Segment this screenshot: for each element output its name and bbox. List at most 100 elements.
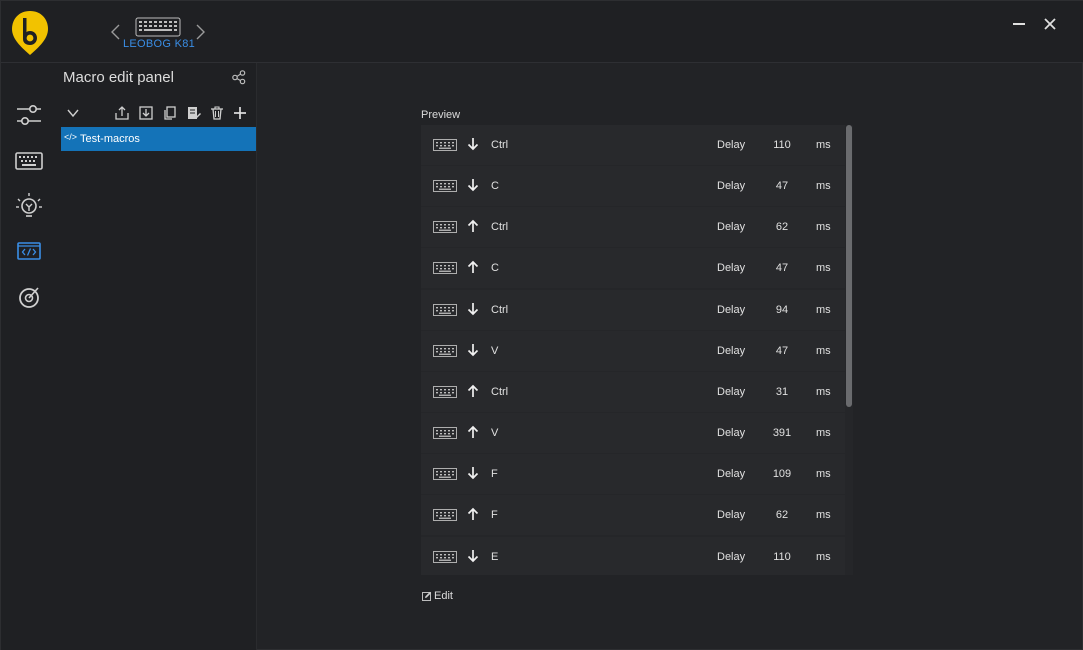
arrow-up-icon bbox=[467, 219, 479, 232]
delay-unit: ms bbox=[816, 509, 831, 521]
delay-value: 47 bbox=[775, 180, 789, 192]
delay-label: Delay bbox=[717, 304, 746, 316]
macro-step-row[interactable]: Ctrl Delay 94 ms bbox=[421, 290, 845, 330]
delay-value: 62 bbox=[775, 221, 789, 233]
delay-unit: ms bbox=[816, 551, 831, 563]
key-name: E bbox=[491, 551, 499, 563]
delay-label: Delay bbox=[717, 180, 746, 192]
macro-code-icon[interactable] bbox=[13, 235, 45, 267]
copy-icon[interactable] bbox=[162, 105, 178, 121]
leobog-logo bbox=[12, 11, 48, 55]
app-window: LEOBOG K81 Macro edit panel </> Test-mac… bbox=[0, 0, 1083, 650]
keyboard-key-icon bbox=[433, 304, 457, 316]
arrow-down-icon bbox=[467, 138, 479, 151]
left-nav-rail bbox=[1, 63, 57, 650]
macro-step-row[interactable]: F Delay 62 ms bbox=[421, 495, 845, 535]
keyboard-device-icon[interactable] bbox=[135, 17, 181, 37]
macro-step-row[interactable]: Ctrl Delay 110 ms bbox=[421, 125, 845, 165]
delay-unit: ms bbox=[816, 262, 831, 274]
macro-toolbar bbox=[57, 103, 257, 125]
key-name: Ctrl bbox=[491, 386, 509, 398]
delay-unit: ms bbox=[816, 427, 831, 439]
keyboard-key-icon bbox=[433, 427, 457, 439]
arrow-down-icon bbox=[467, 179, 479, 192]
target-icon[interactable] bbox=[13, 281, 45, 313]
delay-unit: ms bbox=[816, 180, 831, 192]
close-icon[interactable] bbox=[1039, 13, 1061, 35]
delay-value: 47 bbox=[775, 262, 789, 274]
lightbulb-icon[interactable] bbox=[13, 191, 45, 223]
arrow-up-icon bbox=[467, 384, 479, 397]
delay-value: 62 bbox=[775, 509, 789, 521]
key-name: Ctrl bbox=[491, 304, 509, 316]
delay-value: 110 bbox=[773, 139, 791, 151]
delay-label: Delay bbox=[717, 345, 746, 357]
macro-step-row[interactable]: C Delay 47 ms bbox=[421, 166, 845, 206]
key-name: C bbox=[491, 180, 499, 192]
delay-unit: ms bbox=[816, 221, 831, 233]
delay-label: Delay bbox=[717, 551, 746, 563]
keyboard-key-icon bbox=[433, 262, 457, 274]
device-selector: LEOBOG K81 bbox=[109, 15, 209, 51]
macro-step-row[interactable]: Ctrl Delay 31 ms bbox=[421, 372, 845, 412]
add-icon[interactable] bbox=[232, 105, 248, 121]
share-icon[interactable] bbox=[231, 69, 247, 85]
arrow-up-icon bbox=[467, 260, 479, 273]
macro-step-row[interactable]: V Delay 391 ms bbox=[421, 413, 845, 453]
keyboard-key-icon bbox=[433, 139, 457, 151]
minimize-icon[interactable] bbox=[1008, 13, 1030, 35]
arrow-up-icon bbox=[467, 507, 479, 520]
title-bar: LEOBOG K81 bbox=[1, 1, 1083, 63]
arrow-down-icon bbox=[467, 550, 479, 563]
key-name: Ctrl bbox=[491, 221, 509, 233]
macro-step-row[interactable]: F Delay 109 ms bbox=[421, 454, 845, 494]
scrollbar[interactable] bbox=[845, 125, 853, 575]
keyboard-key-icon bbox=[433, 345, 457, 357]
keyboard-icon[interactable] bbox=[13, 145, 45, 177]
delay-label: Delay bbox=[717, 509, 746, 521]
keyboard-key-icon bbox=[433, 386, 457, 398]
delay-unit: ms bbox=[816, 304, 831, 316]
edit-icon bbox=[422, 591, 432, 601]
delay-unit: ms bbox=[816, 139, 831, 151]
macro-step-row[interactable]: V Delay 47 ms bbox=[421, 331, 845, 371]
macro-list-item[interactable]: </> Test-macros bbox=[61, 127, 256, 151]
import-icon[interactable] bbox=[138, 105, 154, 121]
delay-label: Delay bbox=[717, 262, 746, 274]
key-name: V bbox=[491, 427, 499, 439]
key-name: Ctrl bbox=[491, 139, 509, 151]
macro-name: Test-macros bbox=[80, 133, 140, 145]
edit-label: Edit bbox=[434, 590, 453, 602]
preview-list: Ctrl Delay 110 ms C Delay 47 ms Ctrl Delay 62 ms C De… bbox=[421, 125, 853, 575]
delay-unit: ms bbox=[816, 386, 831, 398]
keyboard-key-icon bbox=[433, 551, 457, 563]
macro-step-row[interactable]: E Delay 110 ms bbox=[421, 537, 845, 575]
export-icon[interactable] bbox=[114, 105, 130, 121]
macro-step-row[interactable]: Ctrl Delay 62 ms bbox=[421, 207, 845, 247]
delay-unit: ms bbox=[816, 345, 831, 357]
delay-label: Delay bbox=[717, 468, 746, 480]
delay-value: 109 bbox=[772, 468, 792, 480]
key-name: F bbox=[491, 468, 498, 480]
keyboard-key-icon bbox=[433, 221, 457, 233]
delay-value: 47 bbox=[775, 345, 789, 357]
delay-label: Delay bbox=[717, 221, 746, 233]
delay-label: Delay bbox=[717, 386, 746, 398]
keyboard-key-icon bbox=[433, 180, 457, 192]
arrow-down-icon bbox=[467, 467, 479, 480]
delay-value: 110 bbox=[773, 551, 791, 563]
arrow-up-icon bbox=[467, 425, 479, 438]
rename-icon[interactable] bbox=[186, 105, 202, 121]
trash-icon[interactable] bbox=[209, 105, 225, 121]
macro-step-row[interactable]: C Delay 47 ms bbox=[421, 248, 845, 288]
delay-label: Delay bbox=[717, 427, 746, 439]
delay-label: Delay bbox=[717, 139, 746, 151]
delay-value: 391 bbox=[772, 427, 792, 439]
sliders-icon[interactable] bbox=[13, 99, 45, 131]
key-name: C bbox=[491, 262, 499, 274]
keyboard-key-icon bbox=[433, 509, 457, 521]
scrollbar-thumb[interactable] bbox=[846, 125, 852, 407]
device-name[interactable]: LEOBOG K81 bbox=[109, 38, 209, 50]
chevron-down-icon[interactable] bbox=[65, 105, 81, 121]
keyboard-key-icon bbox=[433, 468, 457, 480]
